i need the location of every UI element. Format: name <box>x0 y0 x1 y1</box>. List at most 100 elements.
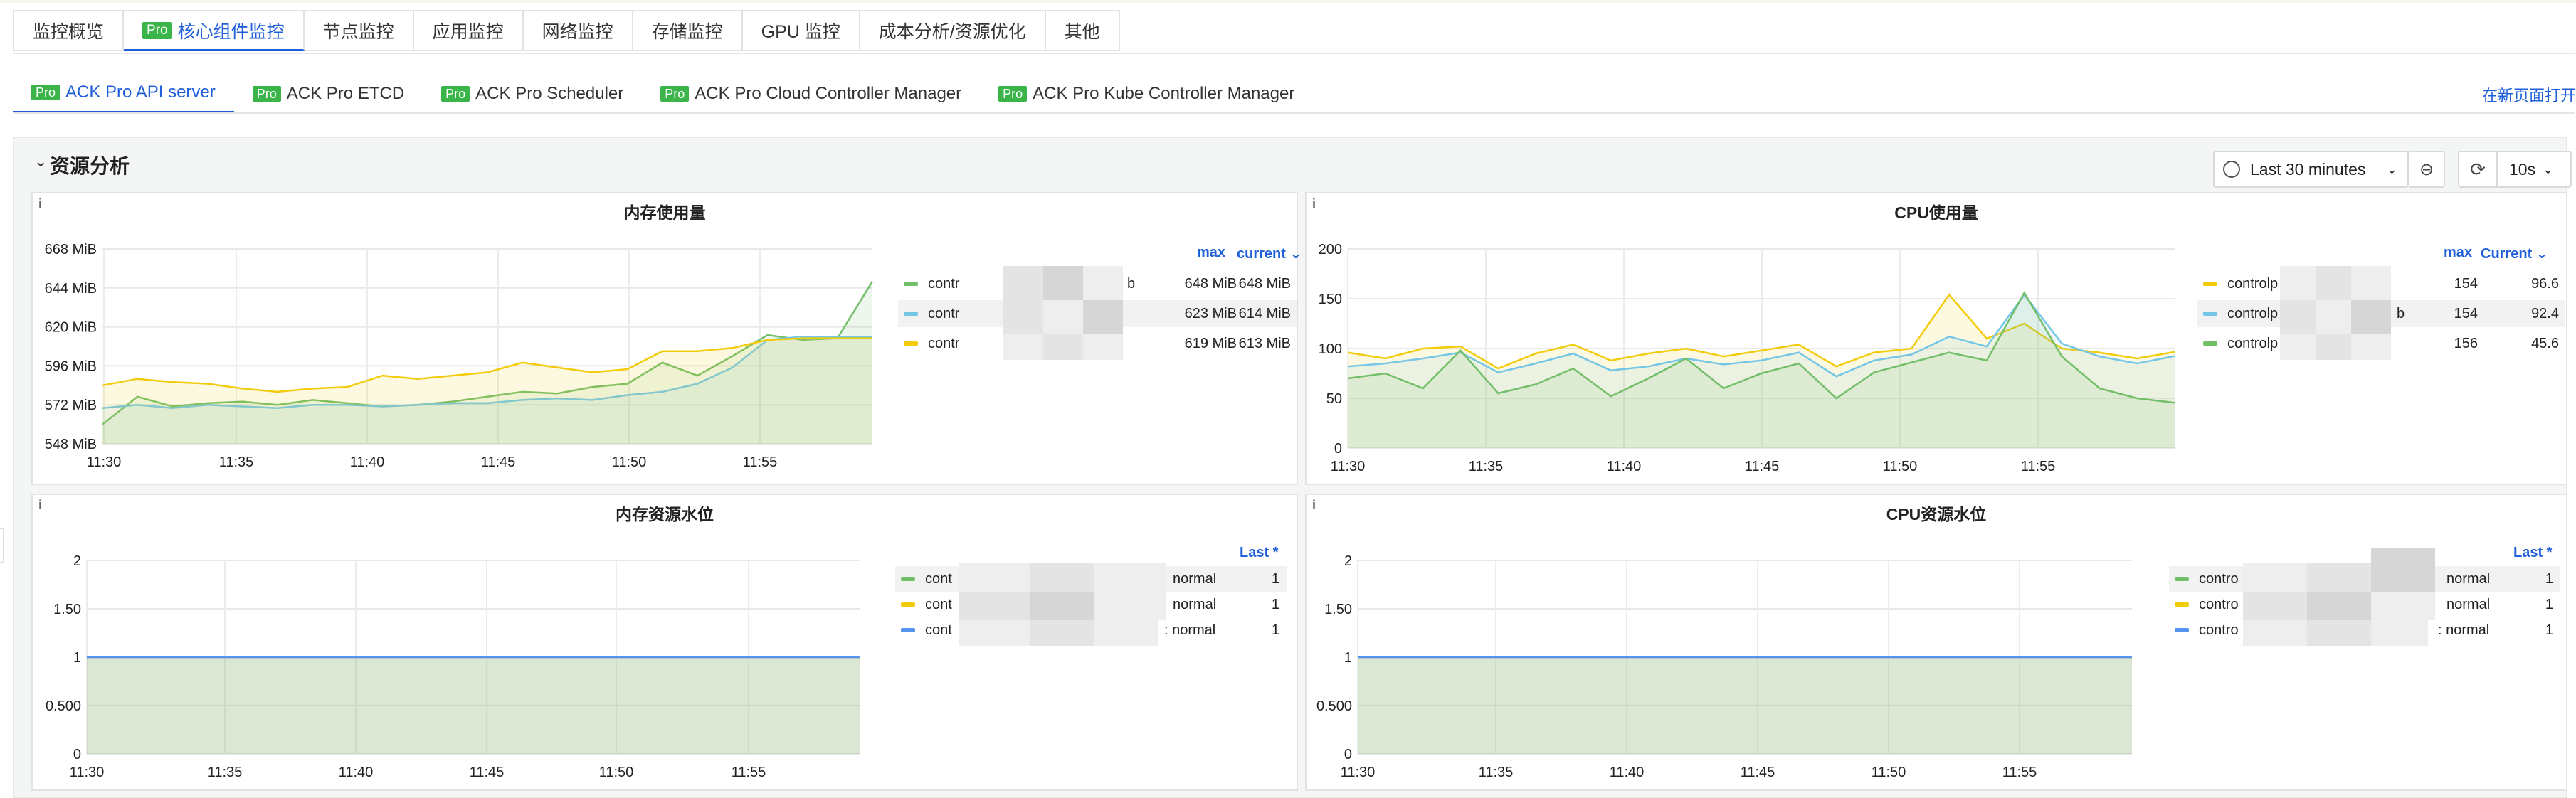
y-tick-label: 100 <box>1319 341 1342 357</box>
tab-overview[interactable]: 监控概览 <box>13 10 125 51</box>
legend-swatch <box>904 282 918 286</box>
redaction-block <box>1030 563 1094 592</box>
x-tick-label: 11:45 <box>1741 765 1775 780</box>
legend-swatch <box>2203 282 2217 286</box>
legend-header-last[interactable]: Last * <box>2513 545 2552 561</box>
legend-header-last[interactable]: Last * <box>1240 545 1278 561</box>
x-tick-label: 11:55 <box>743 454 778 470</box>
y-tick-label: 0 <box>1344 747 1352 762</box>
legend-last: 1 <box>2545 596 2553 612</box>
redaction-block <box>2307 592 2371 620</box>
legend-current: 45.6 <box>2531 335 2559 351</box>
redaction-block <box>1003 300 1043 334</box>
y-tick-label: 2 <box>73 553 81 569</box>
tab-label: 节点监控 <box>322 22 394 42</box>
redaction-block <box>2316 266 2351 300</box>
x-tick-label: 11:45 <box>481 454 516 470</box>
subtab-kube-controller[interactable]: Pro ACK Pro Kube Controller Manager <box>980 74 1313 114</box>
subtab-label: ACK Pro Kube Controller Manager <box>1033 84 1295 103</box>
legend-swatch <box>2203 341 2217 346</box>
legend-current: 613 MiB <box>1238 335 1291 351</box>
redaction-block <box>2280 266 2316 300</box>
x-tick-label: 11:50 <box>612 454 647 470</box>
side-handle[interactable] <box>0 528 4 563</box>
tab-application[interactable]: 应用监控 <box>413 10 524 51</box>
tab-core-components[interactable]: Pro 核心组件监控 <box>124 10 305 51</box>
redaction-block <box>1094 592 1166 620</box>
refresh-icon[interactable]: ⟳ <box>2459 152 2498 186</box>
open-in-new-page-link[interactable]: 在新页面打开 <box>2482 83 2576 106</box>
tab-gpu[interactable]: GPU 监控 <box>742 10 860 51</box>
y-tick-label: 548 MiB <box>45 437 97 452</box>
x-tick-label: 11:50 <box>599 765 634 780</box>
redaction-block <box>2316 300 2351 334</box>
tab-other[interactable]: 其他 <box>1045 10 1120 51</box>
y-tick-label: 1 <box>73 650 81 666</box>
row-title-text: 资源分析 <box>50 155 130 177</box>
legend-header-current[interactable]: current ⌄ <box>1237 245 1302 262</box>
legend-name: controlp <box>2227 275 2279 292</box>
sub-tabs: Pro ACK Pro API server Pro ACK Pro ETCD Pr… <box>13 74 1313 114</box>
redaction-block <box>2371 620 2428 646</box>
subtab-cloud-controller[interactable]: Pro ACK Pro Cloud Controller Manager <box>642 74 980 114</box>
redaction-block <box>2351 334 2391 360</box>
redaction-block <box>2307 620 2371 646</box>
redaction-block <box>959 620 1030 646</box>
redaction-block <box>2280 300 2316 334</box>
x-tick-label: 11:40 <box>339 765 374 780</box>
x-tick-label: 11:45 <box>1745 459 1780 474</box>
tab-storage[interactable]: 存储监控 <box>633 10 743 51</box>
x-tick-label: 11:35 <box>208 765 243 780</box>
time-range-picker[interactable]: Last 30 minutes ⌄ <box>2213 151 2409 188</box>
tab-label: 网络监控 <box>542 22 613 42</box>
zoom-out-button[interactable]: ⊖ <box>2408 151 2445 188</box>
refresh-interval-label: 10s <box>2509 159 2536 179</box>
x-tick-label: 11:30 <box>70 765 105 780</box>
legend-name: contr <box>928 335 960 351</box>
y-tick-label: 50 <box>1326 391 1342 407</box>
tab-node[interactable]: 节点监控 <box>304 10 414 51</box>
redaction-block <box>2316 334 2351 360</box>
x-tick-label: 11:45 <box>470 765 505 780</box>
time-range-label: Last 30 minutes <box>2250 159 2366 179</box>
legend-last: 1 <box>1271 622 1279 638</box>
chevron-down-icon[interactable]: ⌄ <box>34 152 47 171</box>
redaction-block <box>2371 592 2435 620</box>
tab-network[interactable]: 网络监控 <box>523 10 633 51</box>
pro-badge: Pro <box>998 86 1028 102</box>
zoom-out-icon: ⊖ <box>2419 159 2434 179</box>
legend-last: 1 <box>1271 570 1279 587</box>
x-tick-label: 11:35 <box>1469 459 1504 474</box>
legend-tail: normal <box>2446 596 2491 612</box>
legend-name: contr <box>928 305 960 321</box>
legend-swatch <box>2203 312 2217 316</box>
redaction-block <box>1003 266 1043 300</box>
y-tick-label: 0 <box>1334 441 1342 457</box>
tab-label: GPU 监控 <box>761 22 840 42</box>
subtab-api-server[interactable]: Pro ACK Pro API server <box>13 74 234 114</box>
legend-max: 154 <box>2454 275 2478 292</box>
redaction-block <box>2307 563 2371 592</box>
legend-tail: normal <box>1173 596 1217 612</box>
redaction-block <box>1083 300 1123 334</box>
main-tabs: 监控概览 Pro 核心组件监控 节点监控 应用监控 网络监控 存储监控 GPU 监… <box>13 10 1120 54</box>
tab-cost[interactable]: 成本分析/资源优化 <box>860 10 1046 51</box>
subtab-label: ACK Pro Cloud Controller Manager <box>695 84 962 103</box>
y-tick-label: 1 <box>1344 650 1352 666</box>
row-title[interactable]: 资源分析 <box>50 151 130 179</box>
legend-name: contro <box>2199 596 2239 612</box>
y-tick-label: 0.500 <box>46 698 81 714</box>
legend-header-current[interactable]: Current ⌄ <box>2481 245 2548 262</box>
legend-header-max[interactable]: max <box>1197 245 1225 261</box>
subtab-scheduler[interactable]: Pro ACK Pro Scheduler <box>423 74 642 114</box>
legend-max: 154 <box>2454 305 2478 321</box>
legend-header-max[interactable]: max <box>2444 245 2472 261</box>
refresh-picker[interactable]: ⟳ 10s ⌄ <box>2458 151 2572 188</box>
legend-swatch <box>904 341 918 346</box>
x-tick-label: 11:40 <box>1610 765 1645 780</box>
redaction-block <box>1043 266 1083 300</box>
redaction-block <box>959 592 1030 620</box>
divider <box>13 53 2575 54</box>
panel-cpu-usage: i CPU使用量 0 50 100 150 200 11:30 11:35 11:40 11:4… <box>1305 192 2567 485</box>
subtab-etcd[interactable]: Pro ACK Pro ETCD <box>234 74 423 114</box>
